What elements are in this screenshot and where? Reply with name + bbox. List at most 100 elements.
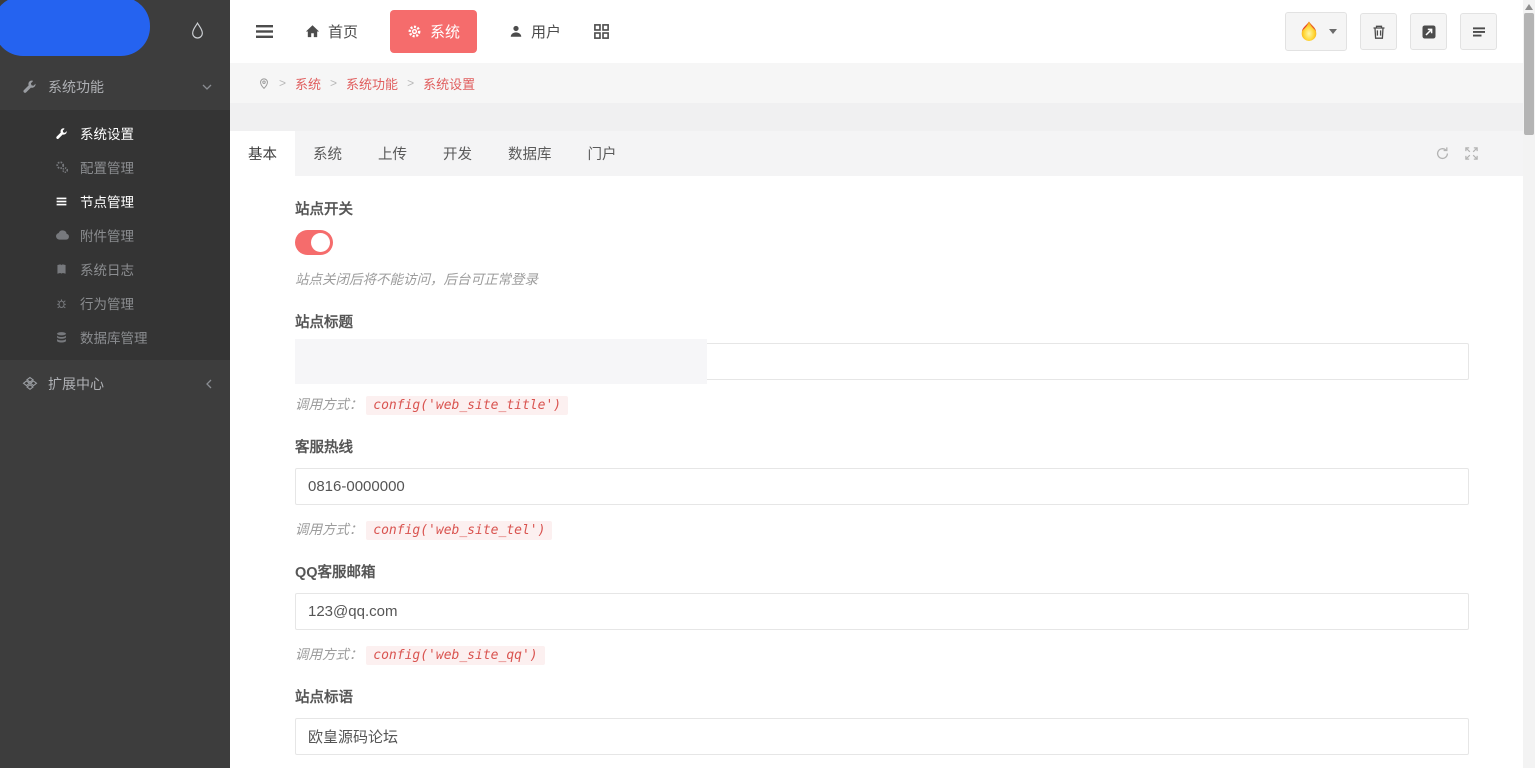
scrollbar-thumb[interactable] xyxy=(1524,13,1534,135)
breadcrumb-separator: > xyxy=(279,76,286,90)
list-button[interactable] xyxy=(1460,13,1497,50)
hint-prefix: 调用方式： xyxy=(295,647,363,662)
sidebar-fill xyxy=(0,407,230,768)
sidebar-logo-bar xyxy=(0,0,230,63)
site-switch-toggle[interactable] xyxy=(295,230,333,255)
sidebar-item-system-logs[interactable]: 系统日志 xyxy=(0,252,230,286)
nav-item-user[interactable]: 用户 xyxy=(509,21,561,42)
nav-item-label: 系统 xyxy=(430,21,460,42)
site-title-wrap xyxy=(295,343,1469,380)
site-qq-wrap xyxy=(295,593,1469,630)
sidebar-item-config-management[interactable]: 配置管理 xyxy=(0,150,230,184)
sidebar-item-database-management[interactable]: 数据库管理 xyxy=(0,320,230,354)
trash-icon xyxy=(1371,24,1387,40)
breadcrumb-link-system-settings[interactable]: 系统设置 xyxy=(423,74,475,93)
user-menu-button[interactable] xyxy=(1285,12,1347,51)
external-link-icon xyxy=(1421,24,1437,40)
breadcrumb-link-system-functions[interactable]: 系统功能 xyxy=(346,74,398,93)
code-snippet: config('web_site_qq') xyxy=(366,646,544,665)
sidebar-group-label: 系统功能 xyxy=(48,77,104,97)
database-icon xyxy=(55,331,70,344)
home-icon xyxy=(305,24,320,39)
tab-develop[interactable]: 开发 xyxy=(425,131,490,176)
sidebar-item-label: 系统设置 xyxy=(80,123,134,143)
sidebar-item-attachment-management[interactable]: 附件管理 xyxy=(0,218,230,252)
field-hint-site-tel: 调用方式： config('web_site_tel') xyxy=(295,518,1469,538)
sidebar-group-system-functions[interactable]: 系统功能 xyxy=(0,63,230,110)
settings-form: 站点开关 站点关闭后将不能访问，后台可正常登录 站点标题 调用方式： confi… xyxy=(230,176,1535,768)
tab-system[interactable]: 系统 xyxy=(295,131,360,176)
bug-icon xyxy=(55,297,70,310)
sidebar: 系统功能 系统设置 配置管理 节点管理 xyxy=(0,0,230,768)
sidebar-submenu: 系统设置 配置管理 节点管理 附件管理 xyxy=(0,110,230,360)
breadcrumb-separator: > xyxy=(330,76,337,90)
hint-prefix: 调用方式： xyxy=(295,522,363,537)
tab-basic[interactable]: 基本 xyxy=(230,131,295,176)
site-qq-input[interactable] xyxy=(295,593,1469,630)
admin-app: 系统功能 系统设置 配置管理 节点管理 xyxy=(0,0,1535,768)
nav-item-home[interactable]: 首页 xyxy=(305,21,358,42)
list-icon xyxy=(1471,24,1487,40)
caret-down-icon xyxy=(1329,29,1337,34)
nav-item-label: 首页 xyxy=(328,21,358,42)
redacted-overlay xyxy=(295,339,707,384)
fullscreen-icon[interactable] xyxy=(1464,146,1479,161)
main-area: 首页 系统 用户 xyxy=(230,0,1535,768)
external-link-button[interactable] xyxy=(1410,13,1447,50)
cloud-icon xyxy=(55,229,70,241)
content-gap xyxy=(230,103,1535,131)
hint-prefix: 调用方式： xyxy=(295,397,363,412)
trash-button[interactable] xyxy=(1360,13,1397,50)
cogs-icon xyxy=(55,160,70,174)
code-snippet: config('web_site_title') xyxy=(366,396,568,415)
site-slogan-wrap xyxy=(295,718,1469,755)
wrench-icon xyxy=(22,79,38,94)
sidebar-item-node-management[interactable]: 节点管理 xyxy=(0,184,230,218)
sidebar-item-behavior-management[interactable]: 行为管理 xyxy=(0,286,230,320)
sidebar-item-label: 行为管理 xyxy=(80,293,134,313)
field-hint-site-qq: 调用方式： config('web_site_qq') xyxy=(295,643,1469,663)
sidebar-item-label: 附件管理 xyxy=(80,225,134,245)
page-scrollbar[interactable] xyxy=(1523,0,1535,768)
scrollbar-up-arrow[interactable] xyxy=(1525,4,1533,10)
site-slogan-input[interactable] xyxy=(295,718,1469,755)
hamburger-icon[interactable] xyxy=(256,24,273,39)
sidebar-group-extension-center[interactable]: 扩展中心 xyxy=(0,360,230,407)
gear-icon xyxy=(407,24,422,39)
sidebar-item-system-settings[interactable]: 系统设置 xyxy=(0,116,230,150)
breadcrumb-link-system[interactable]: 系统 xyxy=(295,74,321,93)
flame-avatar xyxy=(1296,19,1322,45)
breadcrumb: > 系统 > 系统功能 > 系统设置 xyxy=(230,63,1535,103)
sidebar-group-label: 扩展中心 xyxy=(48,374,104,394)
field-hint-site-title: 调用方式： config('web_site_title') xyxy=(295,393,1469,413)
tab-strip: 基本 系统 上传 开发 数据库 门户 xyxy=(230,131,1535,176)
grid-icon[interactable] xyxy=(593,23,610,40)
navbar-actions xyxy=(1285,12,1511,51)
map-marker-icon xyxy=(258,76,270,91)
sidebar-item-label: 系统日志 xyxy=(80,259,134,279)
site-tel-wrap xyxy=(295,468,1469,505)
top-navbar: 首页 系统 用户 xyxy=(230,0,1535,63)
nav-item-label: 用户 xyxy=(531,21,561,42)
field-label-site-title: 站点标题 xyxy=(295,311,1469,332)
user-icon xyxy=(509,24,523,39)
toggle-knob xyxy=(311,233,330,252)
wrench-icon xyxy=(55,127,70,140)
sidebar-item-label: 数据库管理 xyxy=(80,327,148,347)
droplet-icon xyxy=(189,21,206,42)
refresh-icon[interactable] xyxy=(1435,146,1450,161)
site-tel-input[interactable] xyxy=(295,468,1469,505)
field-hint-site-switch: 站点关闭后将不能访问，后台可正常登录 xyxy=(295,268,1469,288)
field-label-site-switch: 站点开关 xyxy=(295,198,1469,219)
tab-portal[interactable]: 门户 xyxy=(570,131,635,176)
logo-blob xyxy=(0,0,150,56)
field-label-site-slogan: 站点标语 xyxy=(295,686,1469,707)
apps-icon xyxy=(22,376,38,392)
chevron-left-icon xyxy=(206,379,212,389)
tab-upload[interactable]: 上传 xyxy=(360,131,425,176)
bars-icon xyxy=(55,195,70,208)
book-icon xyxy=(55,263,70,276)
tab-database[interactable]: 数据库 xyxy=(490,131,570,176)
field-label-site-tel: 客服热线 xyxy=(295,436,1469,457)
nav-item-system[interactable]: 系统 xyxy=(390,10,477,53)
